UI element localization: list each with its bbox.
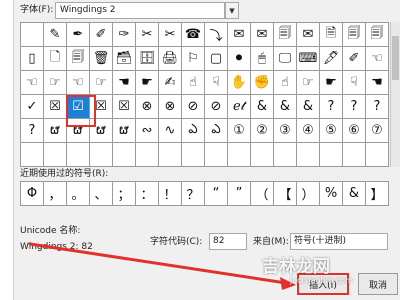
watermark-site: jl.cixiaobm.com — [290, 276, 353, 285]
